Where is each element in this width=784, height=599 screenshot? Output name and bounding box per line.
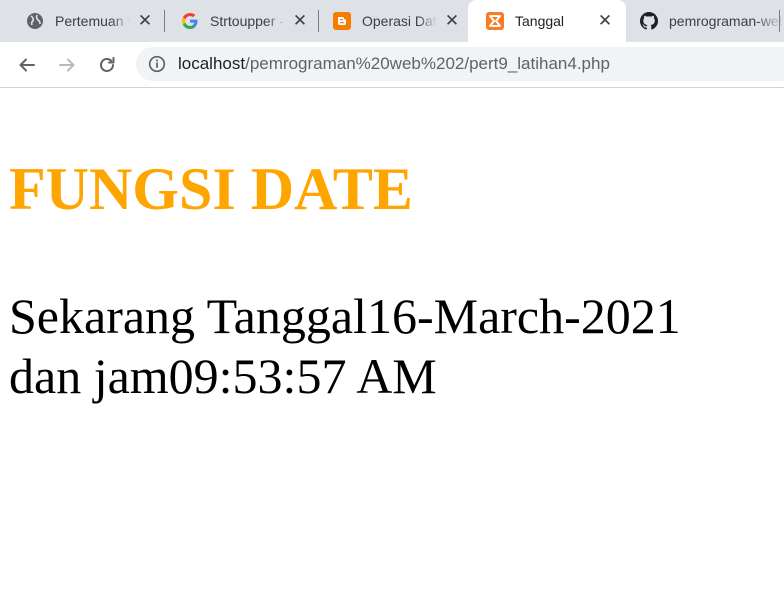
- tab-github[interactable]: pemrograman-web: [614, 0, 784, 42]
- page-content: FUNGSI DATE Sekarang Tanggal16-March-202…: [0, 88, 784, 599]
- back-button[interactable]: [13, 51, 41, 79]
- globe-icon: [26, 12, 44, 30]
- url-path: /pemrograman%20web%202/pert9_latihan4.ph…: [245, 54, 610, 73]
- address-bar[interactable]: localhost/pemrograman%20web%202/pert9_la…: [136, 47, 784, 81]
- forward-arrow-icon: [59, 58, 75, 72]
- tab-operasi-date[interactable]: Operasi Date PHP ✕: [307, 0, 471, 42]
- tab-tanggal[interactable]: Tanggal ✕: [468, 0, 626, 42]
- page-heading: FUNGSI DATE: [9, 156, 413, 222]
- tab-strip: Pertemuan 9 - Fungsi ✕ Strtoupper - Goog…: [0, 0, 784, 42]
- forward-button[interactable]: [53, 51, 81, 79]
- blogger-icon: [333, 12, 351, 30]
- google-g-icon: [181, 12, 199, 30]
- tab-title: Pertemuan 9 - Fungsi: [55, 13, 130, 29]
- url-host: localhost: [178, 54, 246, 73]
- github-icon: [640, 12, 658, 30]
- time-line: dan jam09:53:57 AM: [9, 348, 437, 404]
- date-output: Sekarang Tanggal16-March-2021 dan jam09:…: [9, 286, 681, 406]
- reload-icon: [100, 57, 115, 72]
- tab-pertemuan[interactable]: Pertemuan 9 - Fungsi ✕: [0, 0, 164, 42]
- tab-divider: [779, 10, 780, 32]
- address-url[interactable]: localhost/pemrograman%20web%202/pert9_la…: [178, 55, 610, 73]
- close-icon[interactable]: ✕: [443, 11, 461, 30]
- xampp-icon: [486, 12, 504, 30]
- date-line: Sekarang Tanggal16-March-2021: [9, 288, 681, 344]
- close-icon[interactable]: ✕: [596, 11, 614, 30]
- tab-title: Strtoupper - Google: [210, 13, 285, 29]
- reload-button[interactable]: [93, 51, 121, 79]
- close-icon[interactable]: ✕: [136, 11, 154, 30]
- info-icon[interactable]: [148, 55, 166, 73]
- tab-title: pemrograman-web: [669, 13, 784, 29]
- tab-title: Operasi Date PHP: [362, 13, 437, 29]
- back-arrow-icon: [19, 58, 35, 72]
- tab-title: Tanggal: [515, 13, 565, 29]
- browser-toolbar: localhost/pemrograman%20web%202/pert9_la…: [0, 42, 784, 88]
- tab-strtoupper[interactable]: Strtoupper - Google ✕: [155, 0, 319, 42]
